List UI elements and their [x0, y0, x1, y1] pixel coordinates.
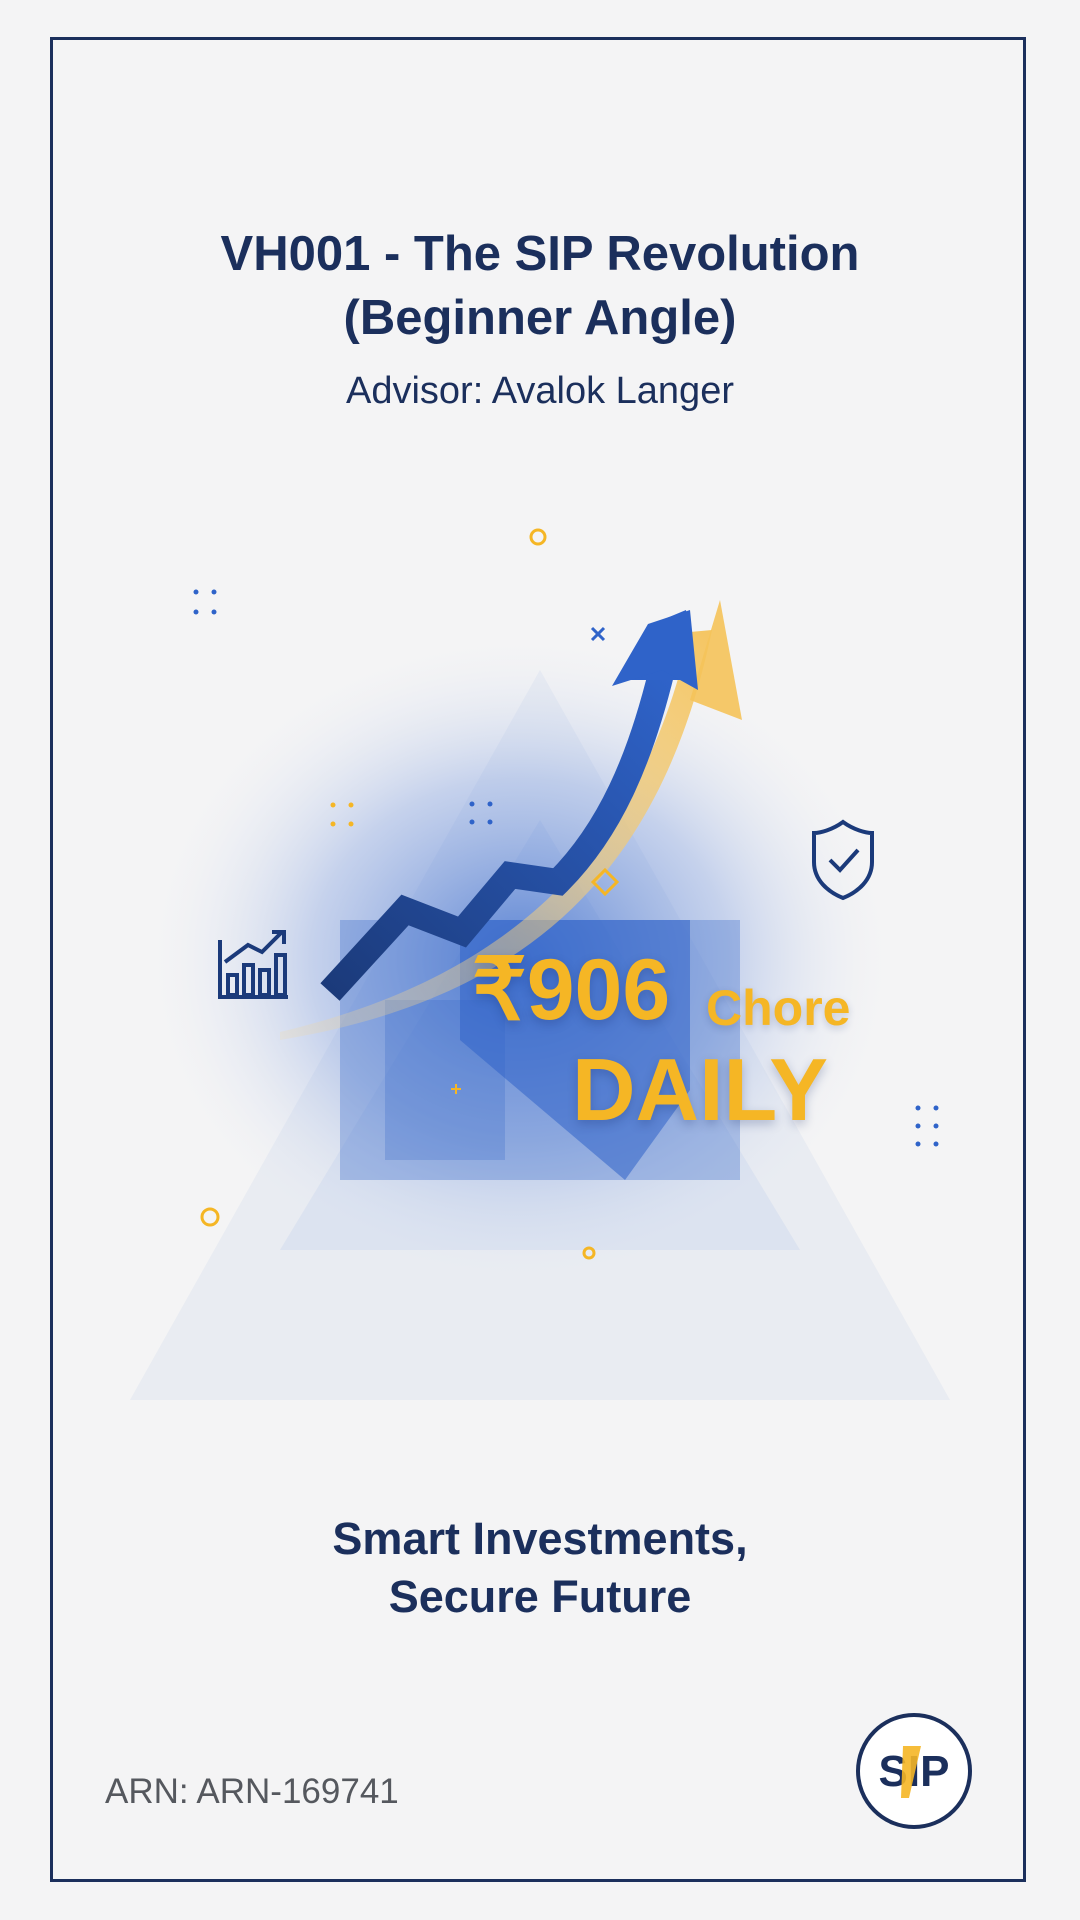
title-line-2: (Beginner Angle)	[343, 291, 737, 345]
amount-unit: Chore	[706, 980, 851, 1036]
frequency-label: DAILY	[572, 1040, 828, 1139]
page-title: VH001 - The SIP Revolution (Beginner Ang…	[0, 222, 1080, 350]
tagline: Smart Investments, Secure Future	[0, 1510, 1080, 1626]
daily-amount: ₹906	[472, 942, 671, 1038]
arn-number: ARN: ARN-169741	[105, 1772, 399, 1811]
tagline-line-2: Secure Future	[388, 1571, 692, 1622]
tagline-line-1: Smart Investments,	[332, 1513, 748, 1564]
title-line-1: VH001 - The SIP Revolution	[220, 227, 860, 281]
sip-logo: SIP	[856, 1713, 972, 1829]
advisor-name: Advisor: Avalok Langer	[346, 370, 734, 412]
poster: VH001 - The SIP Revolution (Beginner Ang…	[0, 0, 1080, 1920]
